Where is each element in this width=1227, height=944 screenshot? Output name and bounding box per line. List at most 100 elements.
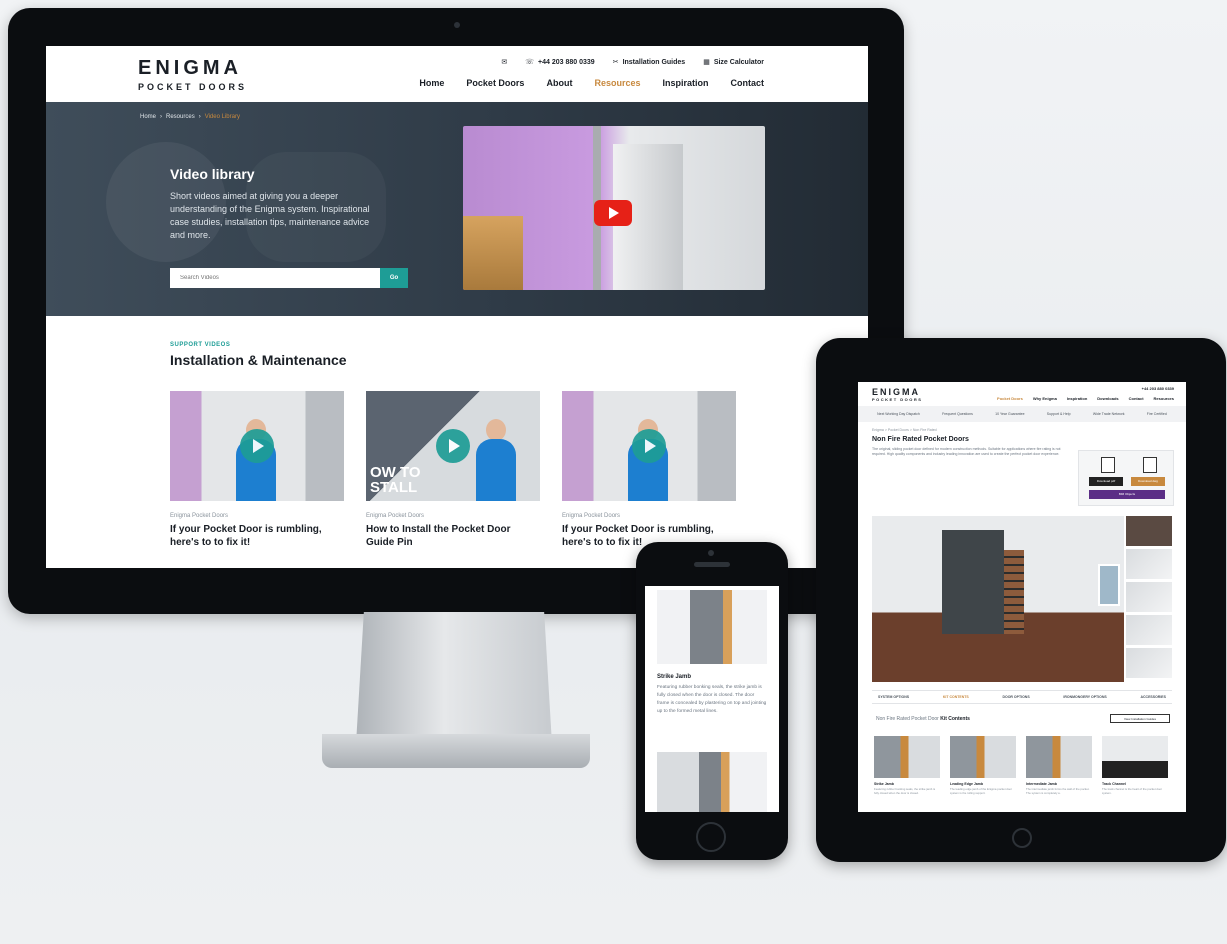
tab-system-options[interactable]: SYSTEM OPTIONS: [878, 695, 909, 699]
product-image: [874, 736, 940, 778]
tab-door-options[interactable]: DOOR OPTIONS: [1002, 695, 1029, 699]
phone-product-title: Strike Jamb: [657, 674, 692, 680]
product-gallery-main[interactable]: [872, 516, 1124, 682]
featured-video[interactable]: [463, 126, 765, 290]
mail-icon[interactable]: ✉: [501, 58, 507, 66]
view-installation-guides-button[interactable]: View Installation Guides: [1110, 714, 1170, 723]
breadcrumb: Home › Resources › Video Library: [140, 114, 240, 120]
kit-contents-title: Non Fire Rated Pocket Door Kit Contents: [876, 716, 970, 722]
gallery-thumb[interactable]: [1126, 516, 1172, 546]
video-channel: Enigma Pocket Doors: [562, 513, 621, 519]
tablet-home-button: [1012, 828, 1032, 848]
installation-guides-link[interactable]: ✂ Installation Guides: [612, 58, 686, 67]
search-input[interactable]: [170, 268, 380, 288]
tab-kit-contents[interactable]: KIT CONTENTS: [943, 695, 969, 699]
insulation-image: [463, 216, 523, 290]
youtube-play-icon[interactable]: [594, 200, 632, 226]
video-channel: Enigma Pocket Doors: [170, 513, 229, 519]
video-card[interactable]: OW TO STALL Enigma Pocket Doors How to I…: [366, 391, 540, 549]
support-videos-heading: SUPPORT VIDEOS Installation & Maintenanc…: [170, 342, 347, 368]
video-thumbnail[interactable]: [562, 391, 736, 501]
main-nav: Home Pocket Doors About Resources Inspir…: [419, 78, 764, 88]
nav-home[interactable]: Home: [419, 78, 444, 88]
site-logo[interactable]: ENIGMA POCKET DOORS: [138, 57, 247, 92]
tablet-phone[interactable]: +44 203 880 0339: [1142, 386, 1174, 391]
phone-screen: Strike Jamb Featuring rubber bonking sea…: [645, 586, 779, 812]
kit-product[interactable]: Leading Edge Jamb The leading edge jamb …: [950, 736, 1016, 795]
video-thumbnail[interactable]: [170, 391, 344, 501]
breadcrumb-current: Video Library: [204, 114, 240, 120]
tab-accessories[interactable]: ACCESSORIES: [1140, 695, 1165, 699]
gallery-thumb[interactable]: [1126, 615, 1172, 645]
monitor-base: [322, 734, 590, 768]
kit-product[interactable]: Track Channel The track channel is the h…: [1102, 736, 1168, 795]
strike-jamb-image: [657, 590, 767, 664]
tablet-nav-pocket-doors[interactable]: Pocket Doors: [997, 396, 1023, 401]
size-calculator-link[interactable]: ▦ Size Calculator: [703, 58, 764, 67]
play-icon[interactable]: [240, 429, 274, 463]
phone-link[interactable]: ☏ +44 203 880 0339: [525, 58, 594, 67]
download-dwg-button[interactable]: Download dwg: [1131, 477, 1165, 486]
site-header: ENIGMA POCKET DOORS ✉ ☏ +44 203 880 0339 …: [46, 46, 868, 102]
download-box: Download pdf Download dwg BIM Objects: [1078, 450, 1174, 506]
jamb-detail-image: [657, 752, 767, 812]
video-title[interactable]: How to Install the Pocket Door Guide Pin: [366, 523, 540, 549]
tools-icon: ✂: [612, 59, 619, 66]
product-image: [1102, 736, 1168, 778]
gallery-thumb[interactable]: [1126, 582, 1172, 612]
hero-banner: Home › Resources › Video Library Video l…: [46, 102, 868, 316]
play-icon[interactable]: [436, 429, 470, 463]
product-tabs: SYSTEM OPTIONS KIT CONTENTS DOOR OPTIONS…: [872, 690, 1172, 704]
desktop-screen: ENIGMA POCKET DOORS ✉ ☏ +44 203 880 0339 …: [46, 46, 868, 568]
video-card[interactable]: Enigma Pocket Doors If your Pocket Door …: [170, 391, 344, 549]
tablet-logo[interactable]: ENIGMA POCKET DOORS: [872, 387, 922, 402]
monitor-stand: [356, 612, 552, 744]
video-card-list: Enigma Pocket Doors If your Pocket Door …: [170, 391, 736, 549]
gallery-thumb[interactable]: [1126, 549, 1172, 579]
nav-pocket-doors[interactable]: Pocket Doors: [466, 78, 524, 88]
phone-home-button: [696, 822, 726, 852]
play-icon[interactable]: [632, 429, 666, 463]
calculator-icon: ▦: [703, 59, 710, 66]
camera-dot: [454, 22, 460, 28]
kit-product[interactable]: Strike Jamb Featuring rubber bonking sea…: [874, 736, 940, 795]
video-thumbnail[interactable]: OW TO STALL: [366, 391, 540, 501]
breadcrumb-home[interactable]: Home: [140, 114, 156, 120]
tablet-nav-inspiration[interactable]: Inspiration: [1067, 396, 1087, 401]
phone-product-text: Featuring rubber bonking seals, the stri…: [657, 685, 767, 714]
video-title[interactable]: If your Pocket Door is rumbling, here's …: [170, 523, 344, 549]
tablet-description: The original, sliding pocket door define…: [872, 447, 1061, 456]
tablet-nav-downloads[interactable]: Downloads: [1097, 396, 1118, 401]
tablet-nav-why-enigma[interactable]: Why Enigma: [1033, 396, 1057, 401]
phone-speaker: [694, 562, 730, 567]
tablet-page-title: Non Fire Rated Pocket Doors: [872, 436, 969, 443]
tablet-header: ENIGMA POCKET DOORS +44 203 880 0339 Pock…: [858, 382, 1186, 406]
search-go-button[interactable]: Go: [380, 268, 408, 288]
nav-resources[interactable]: Resources: [594, 78, 640, 88]
hero-description: Short videos aimed at giving you a deepe…: [170, 191, 370, 240]
tab-ironmongery-options[interactable]: IRONMONGERY OPTIONS: [1063, 695, 1106, 699]
kit-product[interactable]: Intermediate Jamb The intermediate jamb …: [1026, 736, 1092, 795]
pdf-doc-icon: [1101, 457, 1115, 473]
bookshelf-image: [1004, 550, 1024, 634]
video-card[interactable]: Enigma Pocket Doors If your Pocket Door …: [562, 391, 736, 549]
desktop-monitor: ENIGMA POCKET DOORS ✉ ☏ +44 203 880 0339 …: [8, 8, 904, 614]
pocket-door-image: [942, 530, 1004, 634]
usp-bar: Next Working Day Dispatch Frequent Quest…: [858, 406, 1186, 422]
section-kicker: SUPPORT VIDEOS: [170, 342, 231, 348]
phone-camera: [708, 550, 714, 556]
phone-icon: ☏: [525, 59, 535, 66]
utility-bar: ✉ ☏ +44 203 880 0339 ✂ Installation Guides…: [501, 58, 764, 67]
nav-inspiration[interactable]: Inspiration: [662, 78, 708, 88]
gallery-thumb[interactable]: [1126, 648, 1172, 678]
download-pdf-button[interactable]: Download pdf: [1089, 477, 1123, 486]
presenter-image: [476, 419, 516, 501]
nav-about[interactable]: About: [546, 78, 572, 88]
bim-objects-button[interactable]: BIM Objects: [1089, 490, 1165, 499]
tablet-breadcrumb[interactable]: Enigma > Pocket Doors > Non Fire Rated: [858, 422, 1186, 432]
tablet-nav-resources[interactable]: Resources: [1154, 396, 1174, 401]
nav-contact[interactable]: Contact: [731, 78, 765, 88]
tablet-device: ENIGMA POCKET DOORS +44 203 880 0339 Pock…: [816, 338, 1226, 862]
tablet-nav-contact[interactable]: Contact: [1129, 396, 1144, 401]
breadcrumb-resources[interactable]: Resources: [166, 114, 195, 120]
